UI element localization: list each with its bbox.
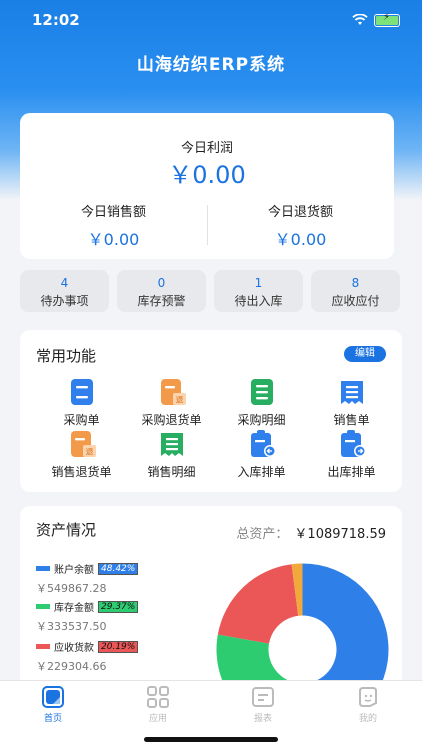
- status-bar: 12:02 ⚡: [0, 0, 422, 40]
- report-icon: [251, 685, 275, 709]
- func-purchase-order[interactable]: 采购单: [34, 378, 129, 430]
- func-label: 入库排单: [237, 465, 286, 479]
- today-returns-value: ￥0.00: [274, 230, 327, 249]
- profile-icon: [356, 685, 380, 709]
- stat-count: 8: [351, 276, 360, 290]
- assets-card: 资产情况 总资产： ￥1089718.59 账户余额 48.42% ￥549867…: [20, 506, 402, 736]
- legend-item-account-balance: 账户余额 48.42% ￥549867.28: [36, 561, 226, 596]
- legend-amount: ￥333537.50: [36, 620, 107, 633]
- edit-button[interactable]: 编辑: [344, 346, 386, 362]
- tab-apps[interactable]: 应用: [128, 685, 188, 724]
- purchase-order-icon: [67, 378, 97, 406]
- func-outbound-schedule[interactable]: 出库排单: [304, 430, 399, 482]
- total-assets-label: 总资产：: [236, 527, 289, 542]
- func-badge: 退: [175, 396, 183, 405]
- today-sales-value: ￥0.00: [87, 230, 140, 249]
- func-purchase-return[interactable]: 退 采购退货单: [124, 378, 219, 430]
- tab-label: 首页: [43, 714, 62, 724]
- stat-label: 库存预警: [137, 294, 186, 308]
- home-icon: [41, 685, 65, 709]
- legend-swatch: [36, 604, 50, 609]
- profit-card[interactable]: 今日利润 ￥0.00 今日销售额 ￥0.00 今日退货额 ￥0.00: [20, 113, 394, 259]
- app-title: 山海纺织ERP系统: [136, 55, 286, 75]
- legend-item-inventory: 库存金额 29.37% ￥333537.50: [36, 599, 226, 634]
- battery-icon: ⚡: [374, 12, 400, 27]
- today-returns: 今日退货额 ￥0.00: [207, 201, 394, 250]
- func-label: 销售退货单: [51, 465, 112, 479]
- apps-icon: [146, 685, 170, 709]
- legend-swatch: [36, 566, 50, 571]
- legend-percent: 29.37%: [98, 600, 139, 613]
- sales-detail-icon: [157, 430, 187, 458]
- stat-pending-stock[interactable]: 1 待出入库: [214, 270, 303, 312]
- tab-reports[interactable]: 报表: [233, 685, 293, 724]
- func-label: 采购退货单: [141, 413, 202, 427]
- tab-label: 我的: [358, 714, 377, 724]
- tab-label: 报表: [253, 714, 272, 724]
- stat-count: 4: [60, 276, 69, 290]
- purchase-return-icon: 退: [157, 378, 187, 406]
- stat-label: 待出入库: [234, 294, 283, 308]
- stat-label: 应收应付: [331, 294, 380, 308]
- legend-amount: ￥229304.66: [36, 660, 107, 673]
- today-sales: 今日销售额 ￥0.00: [20, 201, 207, 250]
- today-sales-label: 今日销售额: [80, 205, 146, 220]
- legend-label: 库存金额: [54, 603, 94, 614]
- outbound-schedule-icon: [337, 430, 367, 458]
- status-time: 12:02: [32, 11, 80, 29]
- stat-receivable-payable[interactable]: 8 应收应付: [311, 270, 400, 312]
- common-functions-card: 常用功能 编辑 采购单 退 采购退货单 采购明细 销售单 退 销售退货单 销售明…: [20, 330, 402, 492]
- sales-return-icon: 退: [67, 430, 97, 458]
- func-label: 销售单: [333, 413, 370, 427]
- total-assets-value: ￥1089718.59: [294, 527, 386, 542]
- tab-label: 应用: [148, 714, 167, 724]
- func-label: 出库排单: [327, 465, 376, 479]
- wifi-icon: [352, 14, 368, 25]
- assets-title: 资产情况: [36, 521, 97, 539]
- section-title: 常用功能: [36, 347, 97, 365]
- profit-value: ￥0.00: [168, 161, 246, 189]
- stat-count: 1: [254, 276, 263, 290]
- legend-percent: 48.42%: [98, 562, 139, 575]
- stat-todo[interactable]: 4 待办事项: [20, 270, 109, 312]
- func-sales-order[interactable]: 销售单: [304, 378, 399, 430]
- legend-amount: ￥549867.28: [36, 582, 107, 595]
- status-icons: ⚡: [352, 12, 400, 27]
- func-label: 销售明细: [147, 465, 196, 479]
- legend-item-receivables: 应收货款 20.19% ￥229304.66: [36, 639, 226, 674]
- func-sales-detail[interactable]: 销售明细: [124, 430, 219, 482]
- stats-row: 4 待办事项 0 库存预警 1 待出入库 8 应收应付: [20, 270, 400, 312]
- func-sales-return[interactable]: 退 销售退货单: [34, 430, 129, 482]
- total-assets: 总资产： ￥1089718.59: [236, 523, 386, 542]
- legend-percent: 20.19%: [98, 640, 139, 653]
- func-label: 采购明细: [237, 413, 286, 427]
- func-inbound-schedule[interactable]: 入库排单: [214, 430, 309, 482]
- inbound-schedule-icon: [247, 430, 277, 458]
- donut-slice: [217, 564, 299, 644]
- legend-label: 应收货款: [54, 643, 94, 654]
- func-label: 采购单: [63, 413, 100, 427]
- legend-swatch: [36, 644, 50, 649]
- func-purchase-detail[interactable]: 采购明细: [214, 378, 309, 430]
- stat-inventory-warning[interactable]: 0 库存预警: [117, 270, 206, 312]
- stat-label: 待办事项: [40, 294, 89, 308]
- purchase-detail-icon: [247, 378, 277, 406]
- today-returns-label: 今日退货额: [267, 205, 333, 220]
- home-indicator: [144, 737, 278, 742]
- sales-order-icon: [337, 378, 367, 406]
- profit-label: 今日利润: [180, 141, 233, 156]
- func-badge: 退: [85, 448, 93, 457]
- stat-count: 0: [157, 276, 166, 290]
- legend-label: 账户余额: [54, 565, 94, 576]
- tab-profile[interactable]: 我的: [338, 685, 398, 724]
- tab-home[interactable]: 首页: [23, 685, 83, 724]
